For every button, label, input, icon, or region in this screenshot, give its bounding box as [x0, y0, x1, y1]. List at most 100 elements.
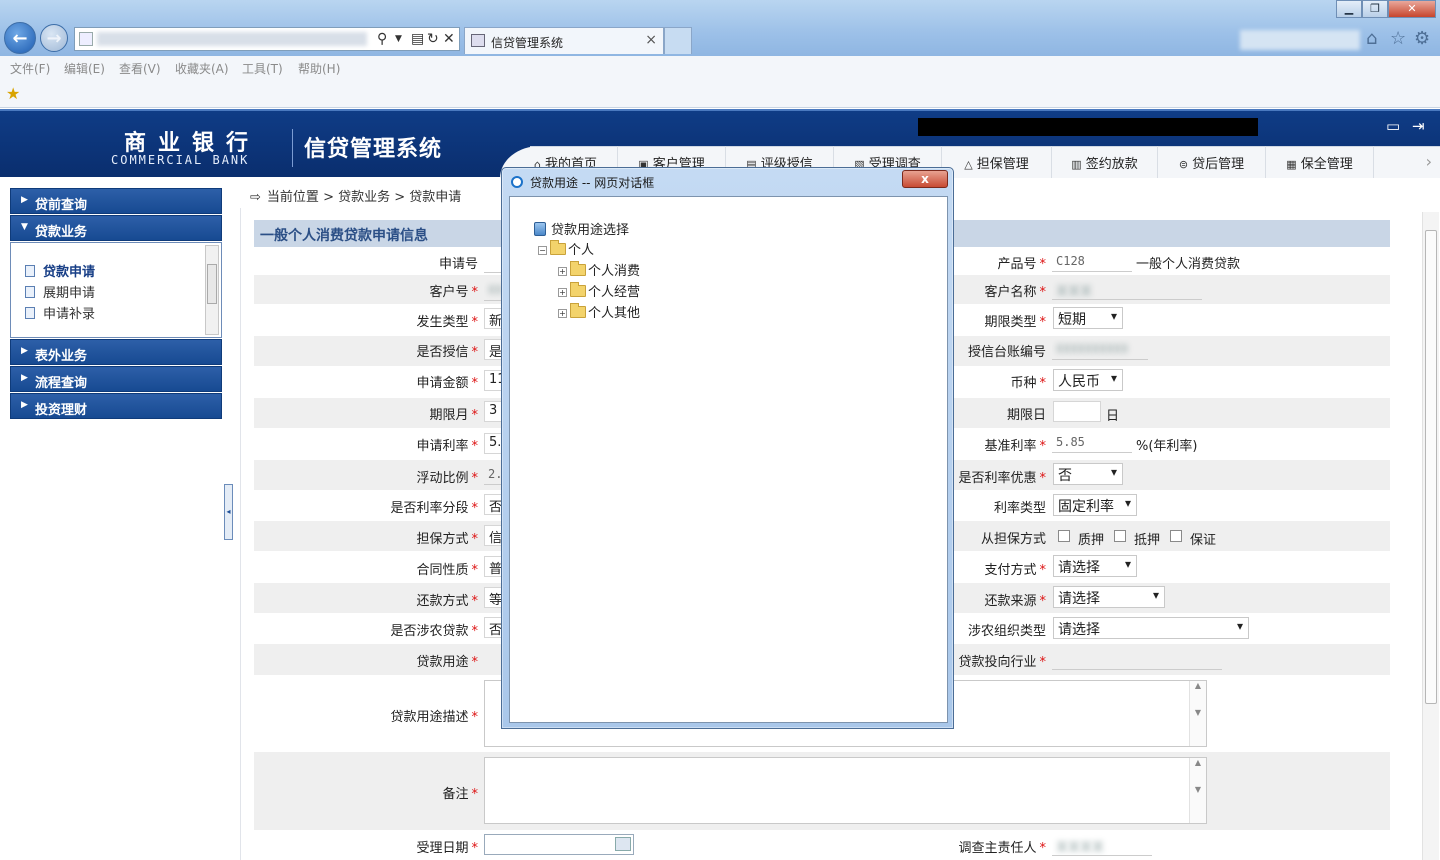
tree-node-personal-other[interactable]: + 个人其他 [558, 302, 640, 321]
expand-icon[interactable]: + [558, 288, 567, 297]
mortgage-checkbox[interactable] [1114, 530, 1126, 542]
menu-file[interactable]: 文件(F) [10, 60, 50, 77]
remark-textarea[interactable]: ▲ ▼ [484, 757, 1207, 824]
favorites-star-icon[interactable]: ☆ [1390, 28, 1406, 49]
dialog-close-button[interactable]: x [902, 170, 948, 188]
caret-right-icon: ▶ [21, 400, 28, 410]
scrollbar-thumb[interactable] [207, 264, 217, 304]
label-text: 调查主责任人 [958, 841, 1037, 856]
sidebar-section-process-query[interactable]: ▶ 流程查询 [10, 366, 222, 392]
textarea-scrollbar[interactable]: ▲ ▼ [1189, 758, 1206, 823]
breadcrumb-item: 贷款申请 [409, 190, 462, 205]
dropdown-arrow-icon[interactable]: ▼ [395, 34, 402, 44]
sidebar-section-loan-business[interactable]: ▼ 贷款业务 [10, 215, 222, 241]
search-icon[interactable]: ⚲ [377, 31, 387, 47]
label-text: 发生类型 [416, 315, 469, 330]
required-mark: * [1039, 439, 1047, 454]
rate-discount-select[interactable]: 否 [1053, 463, 1123, 485]
nav-tab-contract[interactable]: ▥ 签约放款 [1052, 146, 1158, 178]
sidebar-section-pre-loan-query[interactable]: ▶ 贷前查询 [10, 188, 222, 214]
back-arrow-icon[interactable]: ← [4, 22, 36, 54]
label-text: 贷款投向行业 [958, 655, 1037, 670]
favorites-add-icon[interactable]: ★ [6, 84, 20, 103]
expand-icon[interactable]: + [558, 309, 567, 318]
sidebar-collapse-toggle[interactable]: ◂ [224, 484, 233, 540]
page-scrollbar[interactable] [1422, 212, 1439, 860]
label-product-no: 产品号 * [997, 253, 1046, 272]
term-day-input[interactable] [1053, 401, 1101, 422]
stop-icon[interactable]: ✕ [443, 31, 455, 47]
page-favicon-icon [79, 32, 93, 46]
nav-tab-guarantee[interactable]: △ 担保管理 [942, 146, 1052, 178]
sidebar-scrollbar[interactable] [205, 245, 219, 335]
tree-root[interactable]: 贷款用途选择 [534, 219, 629, 238]
scrollbar-thumb[interactable] [1425, 230, 1437, 704]
rate-type-select[interactable]: 固定利率 [1053, 494, 1137, 516]
forward-arrow-icon[interactable]: → [40, 24, 68, 52]
payment-method-select[interactable]: 请选择 [1053, 555, 1137, 577]
sidebar-item-extension[interactable]: 展期申请 [25, 282, 95, 301]
tree-node-label: 个人经营 [588, 285, 641, 300]
repayment-source-select[interactable]: 请选择 [1053, 586, 1165, 608]
settings-gear-icon[interactable]: ⚙ [1414, 28, 1430, 49]
collapse-icon[interactable]: − [538, 246, 547, 255]
address-bar[interactable]: ⚲ ▼ ▤ ↻ ✕ [74, 27, 460, 51]
refresh-icon[interactable]: ↻ [427, 31, 439, 47]
sidebar-item-label: 贷款申请 [43, 265, 96, 280]
label-amount: 申请金额 * [416, 372, 478, 391]
sidebar-submenu: 贷款申请 展期申请 申请补录 [10, 242, 222, 338]
agri-org-type-select[interactable]: 请选择 [1053, 617, 1249, 639]
tree-node-personal-business[interactable]: + 个人经营 [558, 281, 640, 300]
menu-favorites[interactable]: 收藏夹(A) [175, 60, 229, 77]
menu-view[interactable]: 查看(V) [119, 60, 161, 77]
label-customer-name: 客户名称 * [984, 281, 1046, 300]
compat-view-icon[interactable]: ▤ [411, 31, 424, 47]
guarantee-checkbox[interactable] [1170, 530, 1182, 542]
minimize-icon[interactable]: ▁ [1336, 0, 1362, 18]
label-application-no: 申请号 [439, 253, 478, 272]
tree-node-personal[interactable]: − 个人 [538, 239, 594, 258]
sidebar-section-investment[interactable]: ▶ 投资理财 [10, 393, 222, 419]
chevron-right-icon[interactable]: › [1426, 152, 1432, 171]
restore-icon[interactable]: ❐ [1362, 0, 1388, 18]
close-tab-icon[interactable]: × [645, 32, 657, 48]
browser-tab-active[interactable]: 信贷管理系统 × [464, 27, 664, 54]
browser-search-box[interactable] [1240, 30, 1360, 50]
nav-tab-preservation[interactable]: ▦ 保全管理 [1266, 146, 1374, 178]
currency-select[interactable]: 人民币 [1053, 369, 1123, 391]
sidebar-item-loan-application[interactable]: 贷款申请 [25, 261, 95, 280]
investment-industry-field [1052, 649, 1222, 670]
monitor-icon[interactable]: ▭ [1386, 117, 1400, 135]
menu-edit[interactable]: 编辑(E) [64, 60, 105, 77]
label-repayment-method: 还款方式 * [416, 590, 478, 609]
sidebar-item-supplement[interactable]: 申请补录 [25, 303, 95, 322]
label-remark: 备注 * [442, 783, 478, 802]
menu-tools[interactable]: 工具(T) [242, 60, 283, 77]
home-icon[interactable]: ⌂ [1366, 28, 1377, 49]
label-text: 还款方式 [416, 594, 469, 609]
label-term-month: 期限月 * [429, 404, 478, 423]
sidebar-section-off-balance[interactable]: ▶ 表外业务 [10, 339, 222, 365]
tree-node-personal-consumption[interactable]: + 个人消费 [558, 260, 640, 279]
required-mark: * [471, 345, 479, 360]
term-type-select[interactable]: 短期 [1053, 307, 1123, 329]
nav-tab-post-loan[interactable]: ⊜ 贷后管理 [1158, 146, 1266, 178]
label-guarantee-method: 担保方式 * [416, 528, 478, 547]
logout-icon[interactable]: ⇥ [1412, 117, 1425, 135]
accept-date-input[interactable] [484, 834, 634, 855]
window-close-icon[interactable]: ✕ [1388, 0, 1436, 18]
required-mark: * [1039, 257, 1047, 272]
redacted-user-info [918, 118, 1258, 136]
loan-purpose-dialog: 贷款用途 -- 网页对话框 x 贷款用途选择 − 个人 + 个人消费 + 个人经营 +… [501, 167, 954, 729]
pledge-checkbox[interactable] [1058, 530, 1070, 542]
label-text: 贷款用途描述 [390, 710, 469, 725]
new-tab-button[interactable] [664, 27, 692, 54]
expand-icon[interactable]: + [558, 267, 567, 276]
breadcrumb-item[interactable]: 贷款业务 [338, 190, 390, 205]
textarea-scrollbar[interactable]: ▲ ▼ [1189, 681, 1206, 746]
menu-help[interactable]: 帮助(H) [298, 60, 340, 77]
calendar-icon[interactable] [615, 837, 631, 851]
sidebar-item-label: 展期申请 [43, 286, 96, 301]
label-text: 是否涉农贷款 [390, 624, 469, 639]
sidebar: ▶ 贷前查询 ▼ 贷款业务 贷款申请 展期申请 申请补录 ▶ 表外业务 ▶ 流程查询 ▶… [10, 188, 222, 420]
